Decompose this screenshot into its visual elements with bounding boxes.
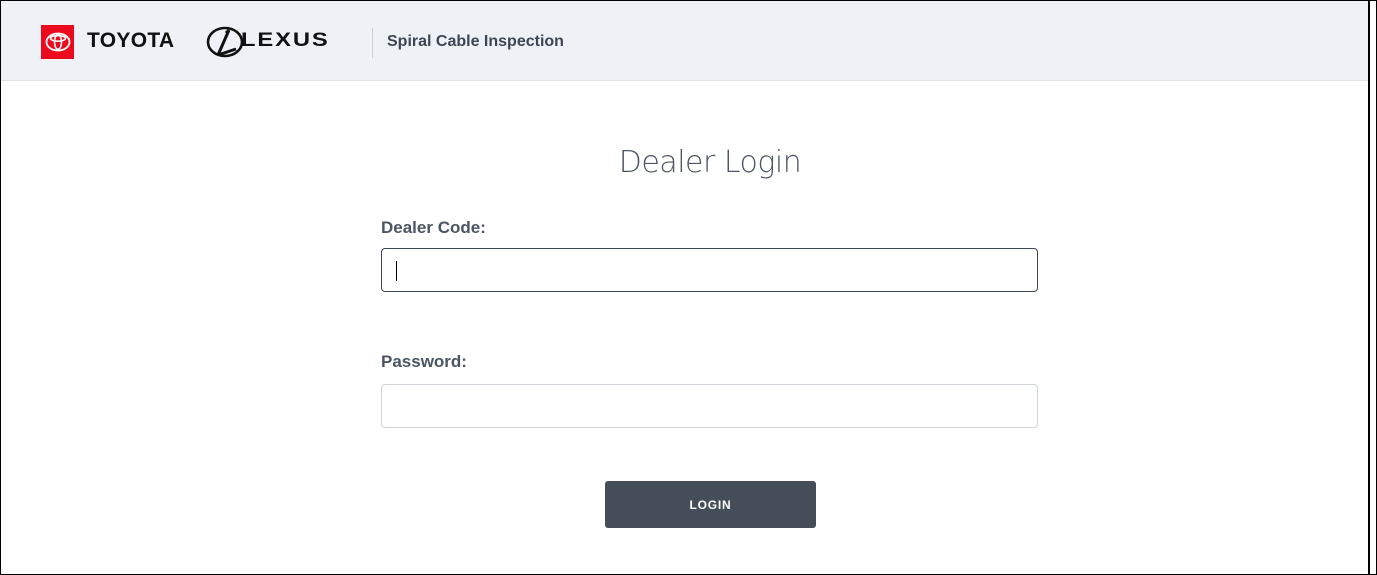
login-button[interactable]: LOGIN [605,481,816,528]
header-bar: TOYOTA LEXUS Spiral Cable Inspection [1,1,1368,81]
dealer-code-input[interactable] [381,248,1038,292]
toyota-emblem-icon [41,25,74,59]
page-title: Dealer Login [618,145,802,180]
app-title: Spiral Cable Inspection [387,33,564,50]
header-divider [372,28,373,58]
password-label: Password: [381,352,467,371]
window-edge [1368,0,1370,575]
lexus-brand-text: LEXUS [241,30,330,51]
dealer-code-label: Dealer Code: [381,218,486,237]
toyota-brand-text: TOYOTA [87,29,175,52]
password-input[interactable] [381,384,1038,428]
text-cursor [396,261,397,281]
